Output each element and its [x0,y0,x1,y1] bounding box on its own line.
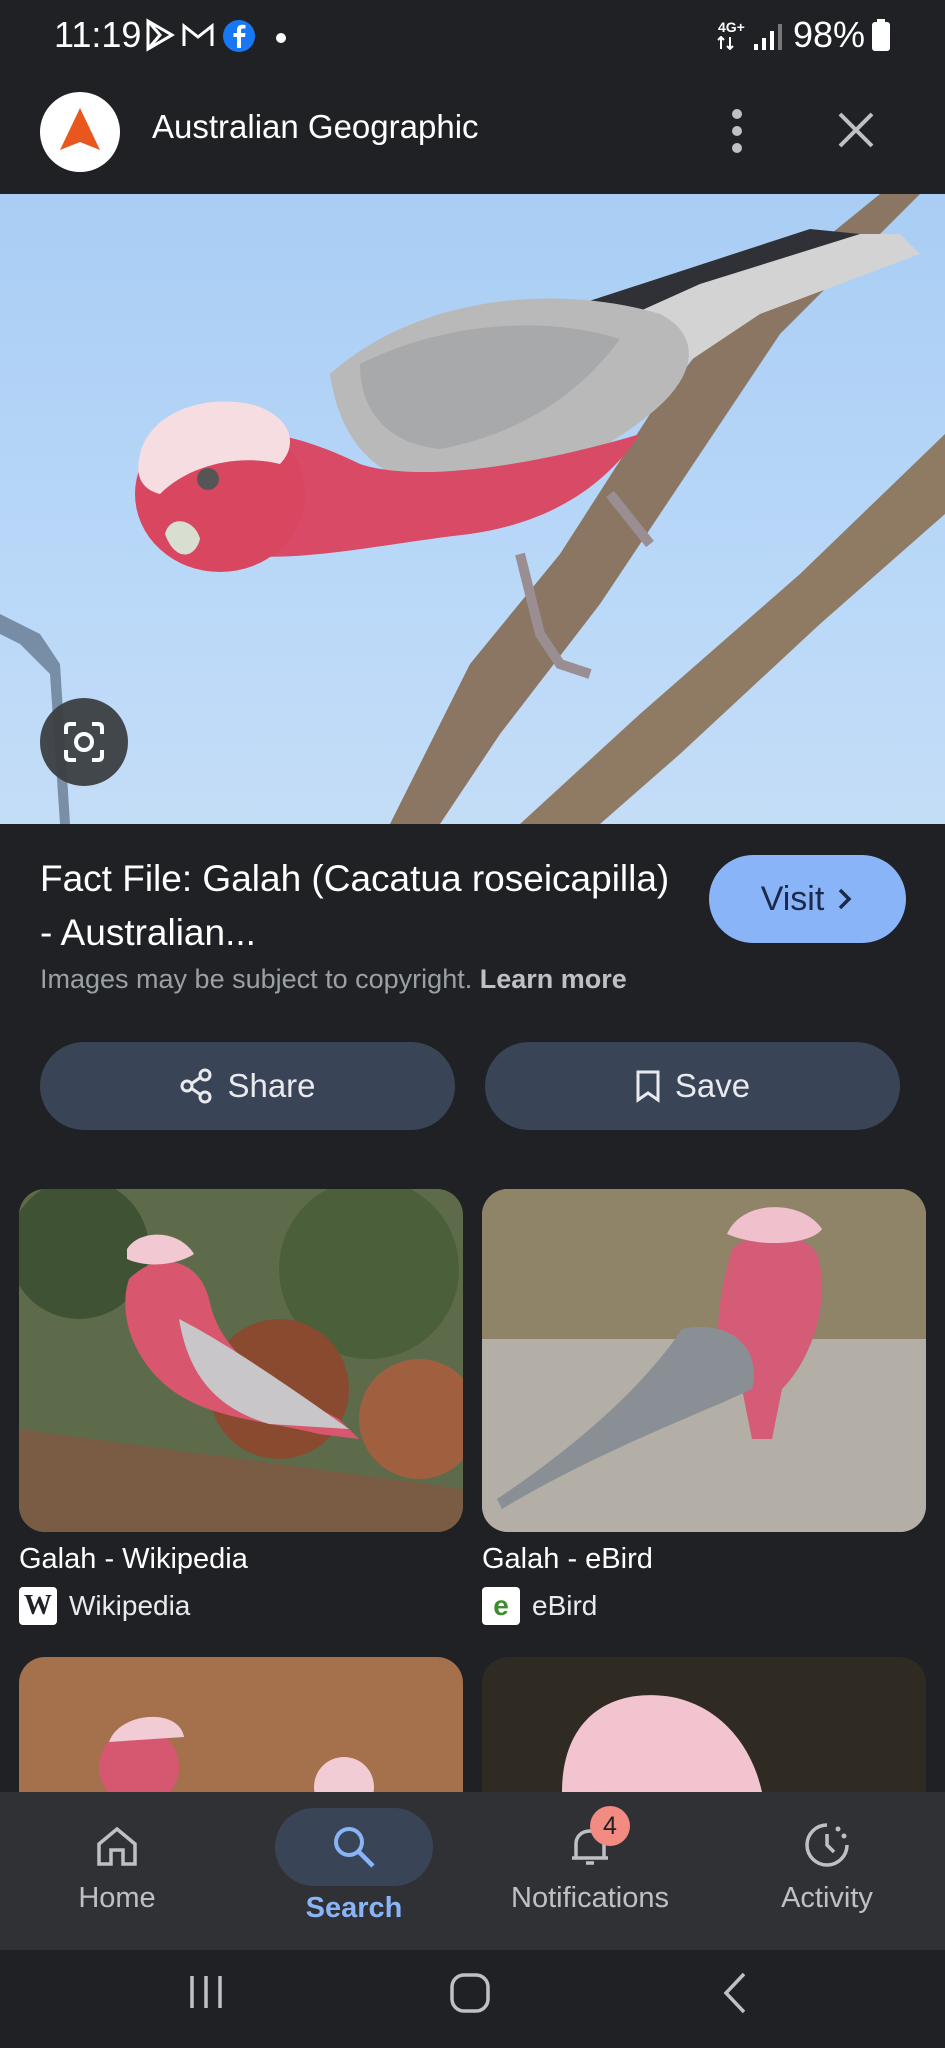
learn-more-link[interactable]: Learn more [480,964,627,994]
related-title-1[interactable]: Galah - Wikipedia [19,1543,248,1576]
share-button[interactable]: Share [40,1042,455,1130]
related-source-2[interactable]: e eBird [482,1587,597,1625]
nav-home[interactable]: Home [17,1800,217,1950]
nav-search-label: Search [305,1892,403,1924]
battery-icon [872,19,890,51]
australian-geographic-logo-icon [60,108,100,150]
search-active-indicator [275,1808,433,1886]
related-image-3[interactable] [19,1657,463,1792]
more-options-icon[interactable] [725,108,749,154]
bookmark-icon [636,1070,660,1103]
back-icon[interactable] [720,1970,750,2016]
visit-label: Visit [760,879,825,918]
nav-activity-label: Activity [781,1882,873,1914]
activity-icon [805,1823,849,1867]
site-logo[interactable] [40,92,120,172]
galah-photo [0,194,945,824]
related-image-4[interactable] [482,1657,926,1792]
notifications-badge: 4 [590,1806,630,1846]
google-lens-button[interactable] [40,698,128,786]
nav-notifications-label: Notifications [511,1882,669,1914]
related-source-name-2: eBird [532,1590,598,1621]
wikipedia-favicon-icon: W [19,1587,57,1625]
related-title-2[interactable]: Galah - eBird [482,1543,653,1576]
share-icon [180,1068,212,1104]
copyright-notice: Images may be subject to copyright. Lear… [40,964,627,995]
facebook-icon [223,20,255,52]
related-image-2[interactable] [482,1189,926,1532]
site-title[interactable]: Australian Geographic [152,108,479,146]
data-arrows-icon [717,36,734,50]
chevron-right-icon [839,888,852,910]
gmail-icon [182,22,214,46]
main-image[interactable] [0,194,945,824]
galah-photo-3 [19,1657,463,1792]
ebird-favicon-icon: e [482,1587,520,1625]
copyright-text: Images may be subject to copyright. [40,964,473,994]
save-button[interactable]: Save [485,1042,900,1130]
status-time: 11:19 [54,14,142,55]
nav-activity[interactable]: Activity [727,1800,927,1950]
share-label: Share [227,1067,316,1104]
save-label: Save [674,1067,751,1104]
related-source-name-1: Wikipedia [69,1590,191,1621]
lens-icon [64,722,104,762]
battery-percent: 98% [793,14,866,55]
related-image-1[interactable] [19,1189,463,1532]
network-type: 4G+ [718,19,745,35]
notification-dot-icon [276,33,286,43]
signal-icon [754,24,782,50]
galah-photo-4 [482,1657,926,1792]
search-icon [334,1827,375,1868]
play-store-icon [146,18,175,52]
close-icon[interactable] [836,110,876,150]
home-system-icon[interactable] [449,1972,491,2014]
recent-apps-icon[interactable] [186,1972,226,2012]
galah-ebird-photo [482,1189,926,1532]
nav-home-label: Home [78,1882,156,1914]
related-source-1[interactable]: W Wikipedia [19,1587,190,1625]
result-title[interactable]: Fact File: Galah (Cacatua roseicapilla) … [40,852,680,960]
home-icon [97,1826,137,1866]
nav-search[interactable]: Search [254,1800,454,1950]
visit-button[interactable]: Visit [709,855,906,943]
galah-wikipedia-photo [19,1189,463,1532]
